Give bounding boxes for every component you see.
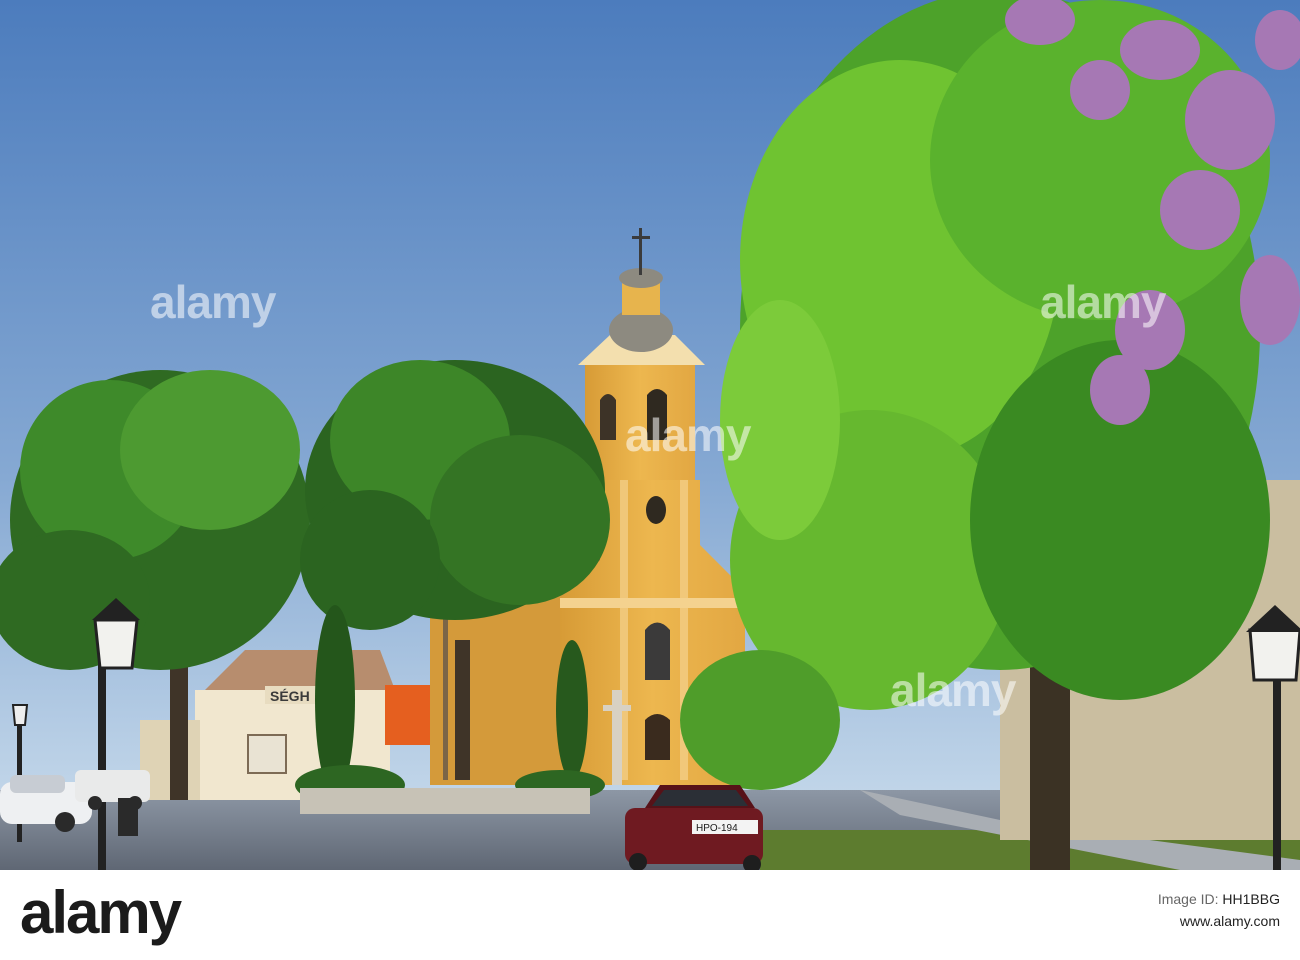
left-building-sign-text: SÉGH (270, 688, 310, 704)
waste-bin (118, 798, 138, 836)
site-url[interactable]: www.alamy.com (1158, 910, 1280, 932)
image-id-line: Image ID: HH1BBG (1158, 888, 1280, 910)
watermark: alamy (150, 276, 276, 328)
watermark: alamy (625, 409, 751, 461)
left-building-window (247, 734, 287, 774)
footer-bar: alamy Image ID: HH1BBG www.alamy.com (0, 870, 1300, 960)
image-meta: Image ID: HH1BBG www.alamy.com (1158, 888, 1280, 932)
license-plate: HPO-194 (696, 823, 738, 834)
stone-bed (300, 788, 590, 814)
photo: SÉGH HPO-194 alamy alamy alamy alamy (0, 0, 1300, 870)
orange-house (385, 685, 435, 745)
image-id-label: Image ID: (1157, 891, 1219, 907)
watermark: alamy (890, 664, 1016, 716)
image-id: HH1BBG (1222, 891, 1280, 907)
cypress-right (556, 640, 588, 780)
wayside-cross (612, 690, 622, 785)
oval-window (646, 496, 666, 524)
alamy-logo: alamy (20, 879, 182, 946)
facade-window (645, 622, 670, 680)
church-door (645, 714, 670, 760)
bell-window-left (600, 394, 616, 440)
watermark: alamy (1040, 276, 1166, 328)
